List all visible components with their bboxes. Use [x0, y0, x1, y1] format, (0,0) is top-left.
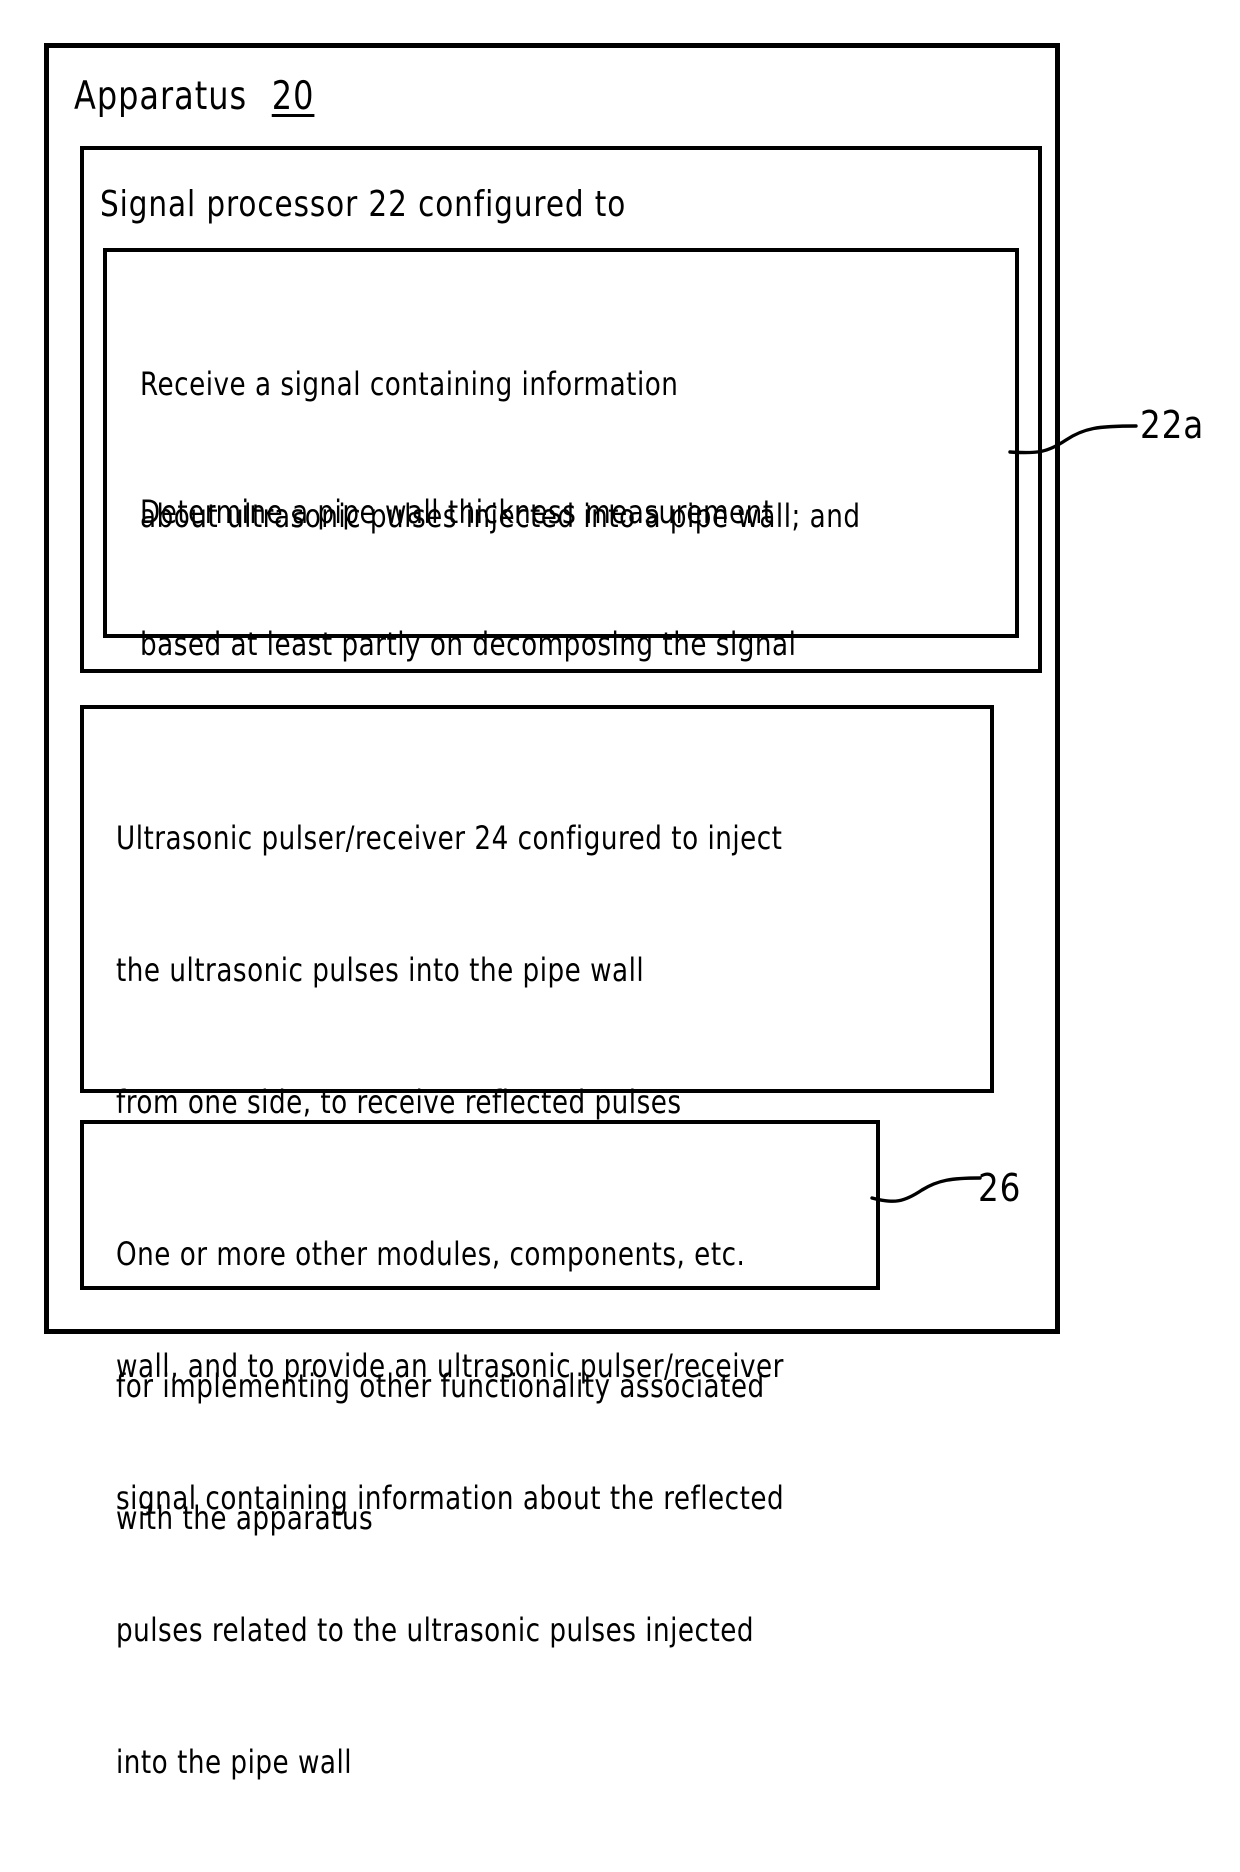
text-line: from one side, to receive reflected puls…: [116, 1083, 682, 1121]
other-modules-paragraph: One or more other modules, components, e…: [116, 1144, 765, 1628]
patent-figure: Apparatus 20 Signal processor 22 configur…: [0, 0, 1240, 1781]
reference-numeral-26: 26: [978, 1166, 1022, 1210]
apparatus-title-label: Apparatus: [74, 74, 248, 119]
text-line: Determine a pipe wall thickness measurem…: [140, 493, 774, 531]
reference-numeral-22a: 22a: [1140, 403, 1205, 447]
text-line: for implementing other functionality ass…: [116, 1367, 765, 1405]
text-line: into the pipe wall: [116, 1743, 353, 1781]
signal-processor-heading: Signal processor 22 configured to: [100, 184, 627, 225]
apparatus-title: Apparatus 20: [74, 74, 314, 120]
text-line: with the apparatus: [116, 1499, 374, 1537]
text-line: based at least partly on decomposing the…: [140, 625, 797, 663]
apparatus-reference-numeral: 20: [271, 74, 315, 119]
text-line: the ultrasonic pulses into the pipe wall: [116, 951, 645, 989]
text-line: One or more other modules, components, e…: [116, 1235, 746, 1273]
text-line: Receive a signal containing information: [140, 365, 679, 403]
text-line: Ultrasonic pulser/receiver 24 configured…: [116, 819, 783, 857]
